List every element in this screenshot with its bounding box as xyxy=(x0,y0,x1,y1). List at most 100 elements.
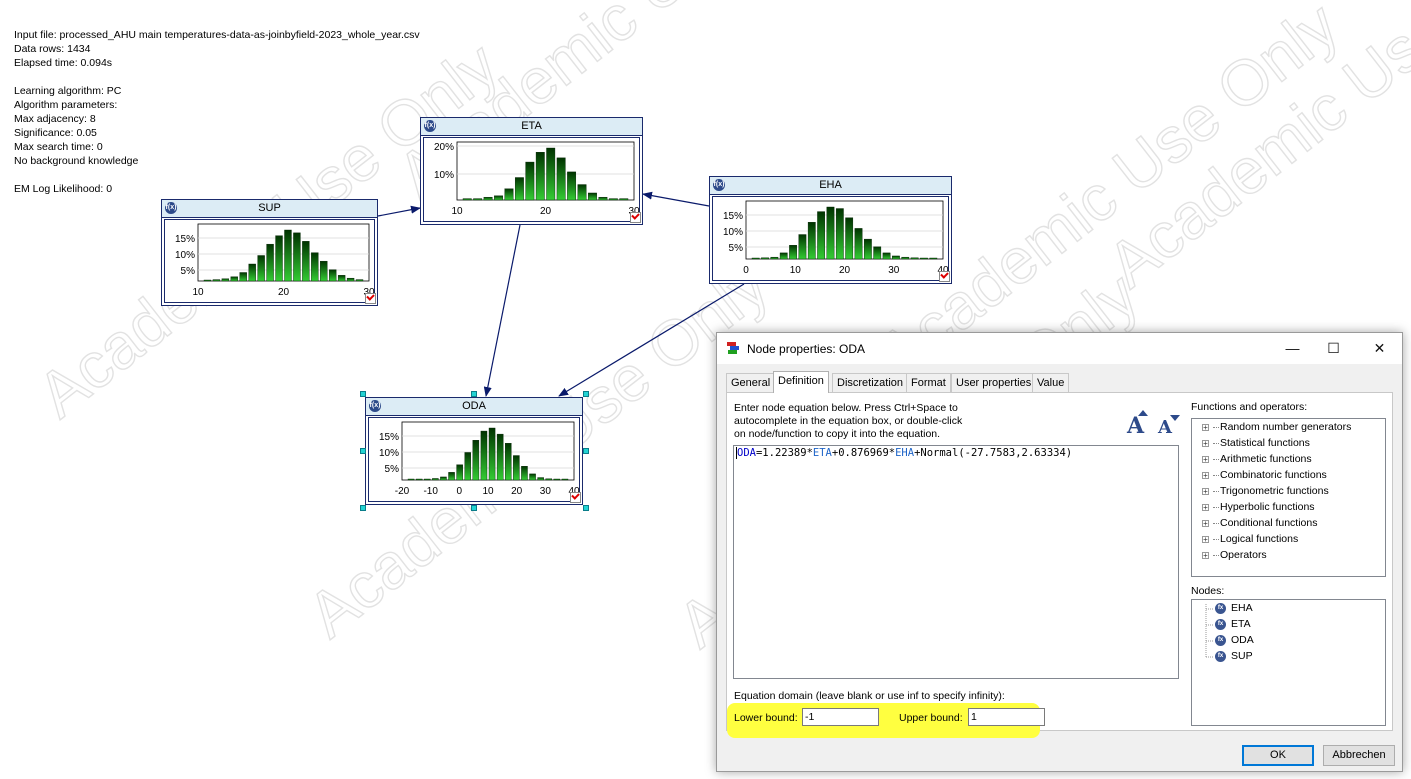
resize-handle-ne[interactable] xyxy=(583,391,589,397)
histogram-bar xyxy=(212,279,221,282)
tab-definition[interactable]: Definition xyxy=(773,371,829,393)
y-tick-label: 5% xyxy=(385,464,400,475)
histogram-bar xyxy=(239,272,247,282)
eq-coef1: 1.22389 xyxy=(762,447,807,459)
histogram-bar xyxy=(284,229,292,282)
cancel-button[interactable]: Abbrechen xyxy=(1323,745,1395,766)
tab-discretization[interactable]: Discretization xyxy=(832,373,909,392)
function-node-icon: fx xyxy=(1215,634,1226,646)
decrease-font-button[interactable]: A xyxy=(1158,415,1180,438)
tab-user-properties[interactable]: User properties xyxy=(951,373,1037,392)
fn-logical-functions[interactable]: + Logical functions xyxy=(1202,533,1298,545)
nodes-tree[interactable]: fx EHA fx ETA fx ODA fx SUP xyxy=(1191,599,1386,726)
equation-editor[interactable]: ODA=1.22389*ETA+0.876969*EHA+Normal(-27.… xyxy=(733,445,1179,679)
resize-handle-n[interactable] xyxy=(471,391,477,397)
increase-font-button[interactable]: A xyxy=(1127,410,1148,439)
fn-label: Operators xyxy=(1220,549,1267,561)
instructions-line-1: Enter node equation below. Press Ctrl+Sp… xyxy=(734,402,958,414)
histogram-bar xyxy=(863,238,872,260)
maximize-button[interactable]: ☐ xyxy=(1311,333,1356,364)
x-tick-label: 10 xyxy=(192,287,204,298)
histogram-bar xyxy=(464,452,471,481)
fn-random-number-generators[interactable]: + Random number generators xyxy=(1202,421,1351,433)
fn-trigonometric-functions[interactable]: + Trigonometric functions xyxy=(1202,485,1329,497)
node-list-item-eha[interactable]: fx EHA xyxy=(1215,602,1253,614)
plot-area xyxy=(197,223,370,282)
dialog-titlebar[interactable]: Node properties: ODA — ☐ ✕ xyxy=(717,333,1402,364)
tab-value[interactable]: Value xyxy=(1032,373,1070,392)
x-tick-label: -20 xyxy=(395,486,410,497)
histogram-bar xyxy=(817,211,825,260)
histogram-bar xyxy=(770,256,779,260)
upper-bound-label: Upper bound: xyxy=(899,712,963,724)
histogram-bar xyxy=(525,161,535,201)
node-oda[interactable]: f(x) ODA 15%10%5%-20-10010203040 xyxy=(365,397,583,505)
histogram-bar xyxy=(230,276,238,282)
x-tick-label: 10 xyxy=(482,486,494,497)
resize-handle-nw[interactable] xyxy=(360,391,366,397)
histogram-bar xyxy=(577,184,587,201)
fn-label: Arithmetic functions xyxy=(1220,453,1312,465)
ok-button[interactable]: OK xyxy=(1242,745,1314,766)
edge-sup-eta[interactable] xyxy=(377,205,421,217)
sup-histogram: 15%10%5%102030 xyxy=(175,223,375,298)
node-checkmark-icon xyxy=(365,293,376,304)
resize-handle-w[interactable] xyxy=(360,448,366,454)
histogram-bar xyxy=(221,278,230,282)
histogram-bar xyxy=(504,188,514,201)
resize-handle-sw[interactable] xyxy=(360,505,366,511)
y-tick-label: 15% xyxy=(379,432,399,443)
eq-func: Normal xyxy=(920,447,959,459)
upper-bound-input[interactable]: 1 xyxy=(968,708,1045,726)
resize-handle-s[interactable] xyxy=(471,505,477,511)
fn-hyperbolic-functions[interactable]: + Hyperbolic functions xyxy=(1202,501,1315,513)
fn-conditional-functions[interactable]: + Conditional functions xyxy=(1202,517,1317,529)
eq-args: (-27.7583,2.63334) xyxy=(958,447,1073,459)
tab-format[interactable]: Format xyxy=(906,373,951,392)
close-button[interactable]: ✕ xyxy=(1357,333,1402,364)
node-eha[interactable]: f(x) EHA 15%10%5%010203040 xyxy=(709,176,952,284)
histogram-bar xyxy=(901,256,910,260)
node-list-label: ODA xyxy=(1231,634,1254,646)
y-tick-label: 10% xyxy=(175,250,195,261)
fn-label: Hyperbolic functions xyxy=(1220,501,1315,513)
function-node-icon: fx xyxy=(1215,650,1226,662)
histogram-bar xyxy=(545,478,552,481)
fn-operators[interactable]: + Operators xyxy=(1202,549,1267,561)
tab-general[interactable]: General xyxy=(726,373,776,392)
fn-combinatoric-functions[interactable]: + Combinatoric functions xyxy=(1202,469,1327,481)
node-list-label: ETA xyxy=(1231,618,1251,630)
fn-statistical-functions[interactable]: + Statistical functions xyxy=(1202,437,1310,449)
y-tick-label: 10% xyxy=(379,448,399,459)
x-tick-label: 30 xyxy=(888,265,900,276)
histogram-bar xyxy=(456,464,463,481)
histogram-bar xyxy=(910,257,919,260)
histogram-bar xyxy=(415,478,423,481)
resize-handle-e[interactable] xyxy=(583,448,589,454)
node-list-item-sup[interactable]: fx SUP xyxy=(1215,650,1253,662)
expand-icon: + xyxy=(1202,534,1209,544)
node-eta[interactable]: f(x) ETA 20%10%102030 xyxy=(420,117,643,225)
lower-bound-input[interactable]: -1 xyxy=(802,708,879,726)
node-list-item-oda[interactable]: fx ODA xyxy=(1215,634,1254,646)
node-list-item-eta[interactable]: fx ETA xyxy=(1215,618,1251,630)
expand-icon: + xyxy=(1202,502,1209,512)
histogram-bar xyxy=(854,228,863,260)
histogram-bar xyxy=(920,257,928,260)
functions-tree[interactable]: + Random number generators + Statistical f… xyxy=(1191,418,1386,577)
expand-icon: + xyxy=(1202,518,1209,528)
histogram-bar xyxy=(845,217,854,260)
edge-eta-oda[interactable] xyxy=(483,224,521,397)
histogram-bar xyxy=(779,252,788,260)
histogram-bar xyxy=(462,198,472,201)
histogram-bar xyxy=(807,222,816,260)
node-sup[interactable]: f(x) SUP 15%10%5%102030 xyxy=(161,199,378,306)
minimize-button[interactable]: — xyxy=(1270,333,1315,364)
resize-handle-se[interactable] xyxy=(583,505,589,511)
histogram-bar xyxy=(407,478,415,481)
histogram-bar xyxy=(521,466,528,481)
fn-arithmetic-functions[interactable]: + Arithmetic functions xyxy=(1202,453,1312,465)
histogram-bar xyxy=(440,476,447,481)
histogram-bar xyxy=(480,430,488,481)
edge-eha-eta[interactable] xyxy=(642,191,710,207)
